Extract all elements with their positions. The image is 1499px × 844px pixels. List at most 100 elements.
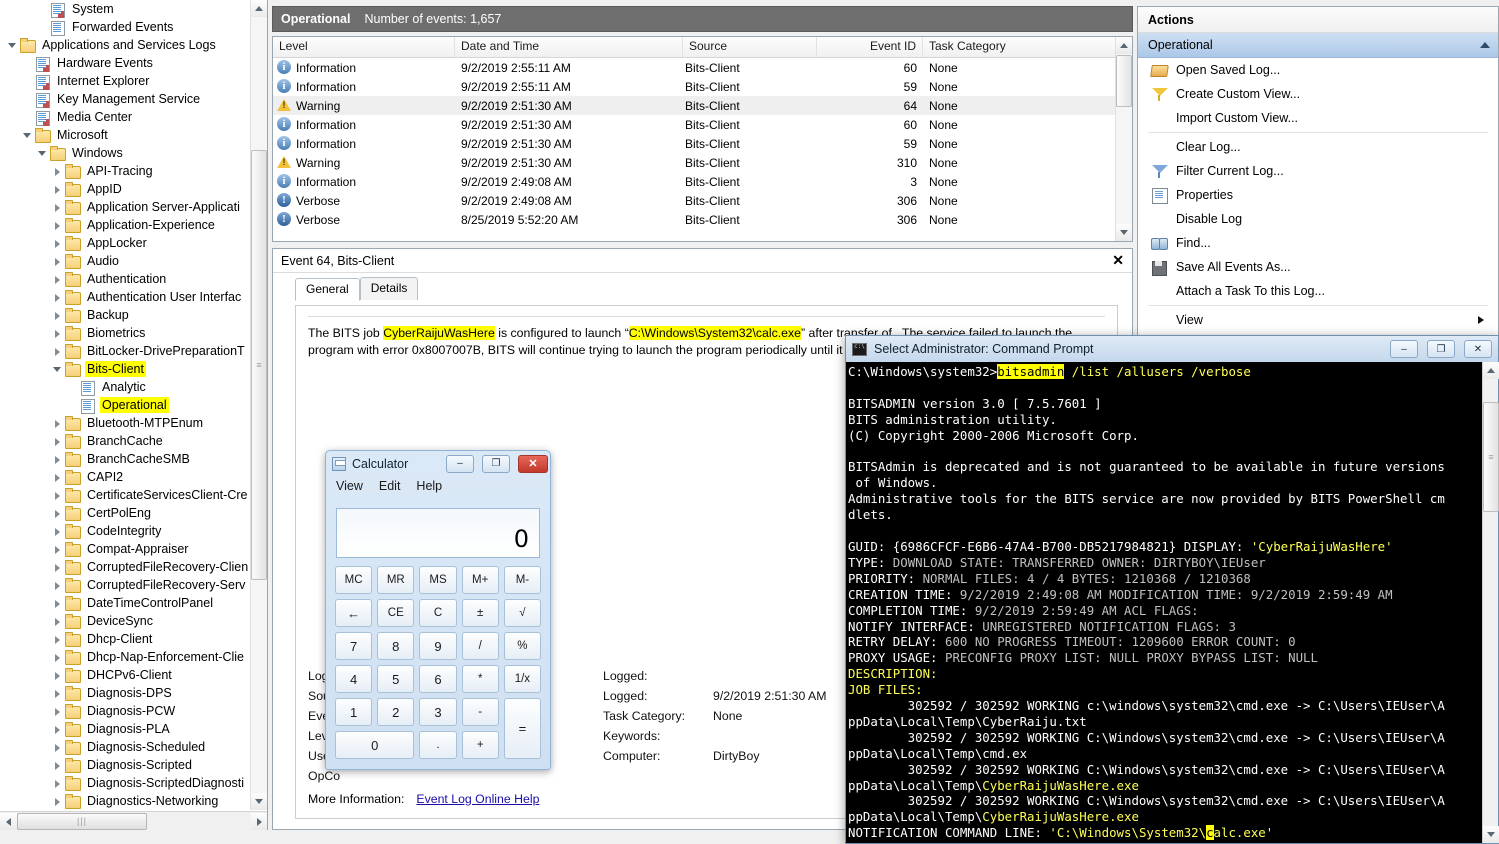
calculator-minimize-button[interactable]: – <box>446 454 474 473</box>
column-header-date[interactable]: Date and Time <box>455 37 683 57</box>
table-row[interactable]: Information 9/2/2019 2:51:30 AM Bits-Clien… <box>273 115 1132 134</box>
expander-expand-icon[interactable] <box>51 543 64 556</box>
events-scroll-thumb[interactable] <box>1116 55 1132 107</box>
event-detail-tabs[interactable]: General Details <box>273 277 1132 301</box>
column-header-level[interactable]: Level <box>273 37 455 57</box>
expander-expand-icon[interactable] <box>51 255 64 268</box>
calculator-close-button[interactable]: ✕ <box>518 454 548 473</box>
calc-key-2[interactable]: 2 <box>377 698 415 726</box>
action-item-create-custom-view[interactable]: Create Custom View... <box>1138 82 1498 106</box>
expander-expand-icon[interactable] <box>51 471 64 484</box>
cmd-vertical-scrollbar[interactable]: ≡ <box>1482 362 1499 843</box>
tree-item-hardware-events[interactable]: Hardware Events <box>0 54 251 72</box>
action-item-open-saved-log[interactable]: Open Saved Log... <box>1138 58 1498 82</box>
cmd-scroll-thumb[interactable]: ≡ <box>1483 402 1499 512</box>
command-prompt-titlebar[interactable]: Select Administrator: Command Prompt – ❐… <box>846 336 1498 362</box>
submenu-arrow-icon[interactable] <box>1478 316 1484 324</box>
expander-expand-icon[interactable] <box>51 669 64 682</box>
events-scroll-up-icon[interactable] <box>1116 37 1132 54</box>
tree-item-operational[interactable]: Operational <box>0 396 251 414</box>
tree-vertical-scrollbar[interactable]: ≡ <box>250 0 267 810</box>
tab-details[interactable]: Details <box>359 277 419 300</box>
tree-hscroll-track[interactable]: ||| <box>17 812 251 830</box>
calc-key-/[interactable]: / <box>461 632 499 660</box>
table-row[interactable]: Verbose 8/25/2019 5:52:20 AM Bits-Client 30… <box>273 210 1132 229</box>
expander-expand-icon[interactable] <box>51 417 64 430</box>
calc-key-x[interactable]: √ <box>503 599 541 627</box>
tree-item-diagnosis-scheduled[interactable]: Diagnosis-Scheduled <box>0 738 251 756</box>
expander-expand-icon[interactable] <box>51 453 64 466</box>
menu-edit[interactable]: Edit <box>379 479 401 493</box>
events-vertical-scrollbar[interactable] <box>1115 37 1132 241</box>
expander-collapse-icon[interactable] <box>36 147 49 160</box>
event-log-online-help-link[interactable]: Event Log Online Help <box>416 792 539 806</box>
tree-item-authentication-user-interfac[interactable]: Authentication User Interfac <box>0 288 251 306</box>
expander-expand-icon[interactable] <box>51 597 64 610</box>
tree-item-diagnostics-networking[interactable]: Diagnostics-Networking <box>0 792 251 810</box>
tree-scroll-down-icon[interactable] <box>251 793 267 810</box>
tree-scroll-thumb[interactable]: ≡ <box>251 150 267 580</box>
action-item-clear-log[interactable]: Clear Log... <box>1138 135 1498 159</box>
chevron-up-icon[interactable] <box>1480 42 1490 48</box>
tree-scroll-area[interactable]: System Forwarded Events Applications and S… <box>0 0 251 810</box>
tree-item-key-management-service[interactable]: Key Management Service <box>0 90 251 108</box>
table-row[interactable]: Information 9/2/2019 2:51:30 AM Bits-Clien… <box>273 134 1132 153</box>
expander-expand-icon[interactable] <box>51 651 64 664</box>
calc-key-x[interactable]: % <box>503 632 541 660</box>
tree-item-diagnosis-scripteddiagnosti[interactable]: Diagnosis-ScriptedDiagnosti <box>0 774 251 792</box>
action-item-properties[interactable]: Properties <box>1138 183 1498 207</box>
calc-key-mc[interactable]: MC <box>335 566 373 594</box>
tree-item-biometrics[interactable]: Biometrics <box>0 324 251 342</box>
expander-expand-icon[interactable] <box>51 489 64 502</box>
tree-item-certpoleng[interactable]: CertPolEng <box>0 504 251 522</box>
tree-item-diagnosis-pla[interactable]: Diagnosis-PLA <box>0 720 251 738</box>
tree-item-diagnosis-dps[interactable]: Diagnosis-DPS <box>0 684 251 702</box>
action-item-view[interactable]: View <box>1138 308 1498 332</box>
action-item-save-all-events-as[interactable]: Save All Events As... <box>1138 255 1498 279</box>
calc-key-*[interactable]: * <box>461 665 499 693</box>
tree-item-dhcp-nap-enforcement-clie[interactable]: Dhcp-Nap-Enforcement-Clie <box>0 648 251 666</box>
calc-key-x[interactable]: ± <box>461 599 499 627</box>
tree-item-corruptedfilerecovery-clien[interactable]: CorruptedFileRecovery-Clien <box>0 558 251 576</box>
tree-scroll-left-icon[interactable] <box>0 812 17 830</box>
tree-item-appid[interactable]: AppID <box>0 180 251 198</box>
calc-key-c[interactable]: C <box>419 599 457 627</box>
tree-hscroll-thumb[interactable]: ||| <box>17 812 147 830</box>
expander-expand-icon[interactable] <box>51 687 64 700</box>
expander-collapse-icon[interactable] <box>51 363 64 376</box>
calculator-window[interactable]: Calculator – ❐ ✕ View Edit Help 0 MC MR MS… <box>325 450 551 770</box>
table-row[interactable]: Warning 9/2/2019 2:51:30 AM Bits-Client 64 N… <box>273 96 1132 115</box>
cmd-scroll-down-icon[interactable] <box>1483 826 1499 843</box>
calc-key-1/x[interactable]: 1/x <box>503 665 541 693</box>
expander-expand-icon[interactable] <box>51 327 64 340</box>
tree-item-codeintegrity[interactable]: CodeIntegrity <box>0 522 251 540</box>
expander-collapse-icon[interactable] <box>6 39 19 52</box>
tree-item-capi2[interactable]: CAPI2 <box>0 468 251 486</box>
command-prompt-window[interactable]: Select Administrator: Command Prompt – ❐… <box>845 335 1499 844</box>
expander-expand-icon[interactable] <box>51 759 64 772</box>
cmd-close-button[interactable]: ✕ <box>1464 340 1492 358</box>
expander-expand-icon[interactable] <box>51 219 64 232</box>
event-log-tree-pane[interactable]: System Forwarded Events Applications and S… <box>0 0 268 830</box>
events-column-headers[interactable]: Level Date and Time Source Event ID Task… <box>273 37 1132 58</box>
column-header-event-id[interactable]: Event ID <box>817 37 923 57</box>
tree-item-diagnosis-scripted[interactable]: Diagnosis-Scripted <box>0 756 251 774</box>
tree-item-system[interactable]: System <box>0 0 251 18</box>
calculator-menubar[interactable]: View Edit Help <box>326 476 550 496</box>
calc-key-5[interactable]: 5 <box>377 665 415 693</box>
tree-item-bitlocker-drivepreparationt[interactable]: BitLocker-DrivePreparationT <box>0 342 251 360</box>
calc-key-mr[interactable]: MR <box>377 566 415 594</box>
events-list[interactable]: Level Date and Time Source Event ID Task… <box>272 36 1133 242</box>
table-row[interactable]: Warning 9/2/2019 2:51:30 AM Bits-Client 310… <box>273 153 1132 172</box>
calc-key-m+[interactable]: M+ <box>461 566 499 594</box>
events-scroll-down-icon[interactable] <box>1116 224 1132 241</box>
tree-item-applications-and-services-logs[interactable]: Applications and Services Logs <box>0 36 251 54</box>
calc-key-8[interactable]: 8 <box>377 632 415 660</box>
tree-item-backup[interactable]: Backup <box>0 306 251 324</box>
expander-expand-icon[interactable] <box>51 705 64 718</box>
actions-group-header[interactable]: Operational <box>1138 33 1498 58</box>
tree-item-applocker[interactable]: AppLocker <box>0 234 251 252</box>
expander-expand-icon[interactable] <box>51 165 64 178</box>
tree-item-microsoft[interactable]: Microsoft <box>0 126 251 144</box>
tree-item-certificateservicesclient-cre[interactable]: CertificateServicesClient-Cre <box>0 486 251 504</box>
